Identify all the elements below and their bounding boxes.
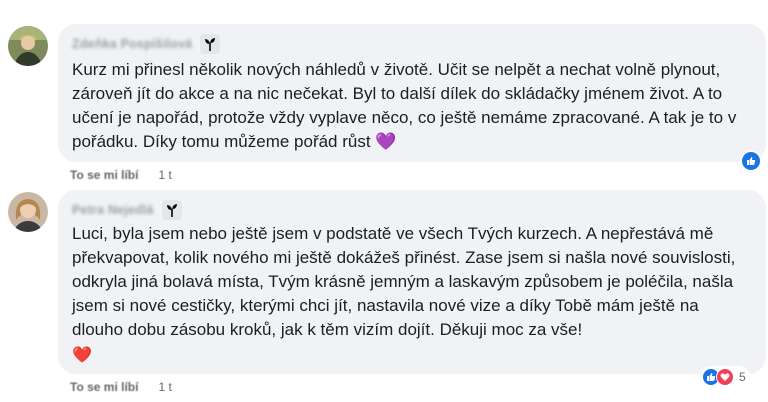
- reaction-summary[interactable]: 5: [700, 366, 750, 388]
- top-fan-badge-icon[interactable]: [161, 200, 182, 220]
- comment-2: Petra Nejedlá Luci, byla jsem nebo ještě…: [0, 0, 768, 402]
- love-icon: [716, 368, 734, 386]
- avatar-photo-icon: [8, 192, 48, 232]
- comment-bubble: Petra Nejedlá Luci, byla jsem nebo ještě…: [58, 190, 766, 374]
- like-button[interactable]: To se mi líbí: [70, 380, 138, 394]
- comment-text: Luci, byla jsem nebo ještě jsem v podsta…: [72, 224, 736, 339]
- heart-emoji: ❤️: [72, 347, 92, 364]
- timestamp[interactable]: 1 t: [158, 380, 171, 394]
- comment-actions: To se mi líbí 1 t: [70, 380, 172, 394]
- reaction-count: 5: [739, 370, 746, 384]
- avatar[interactable]: [8, 192, 48, 232]
- comment-author[interactable]: Petra Nejedlá: [72, 203, 154, 217]
